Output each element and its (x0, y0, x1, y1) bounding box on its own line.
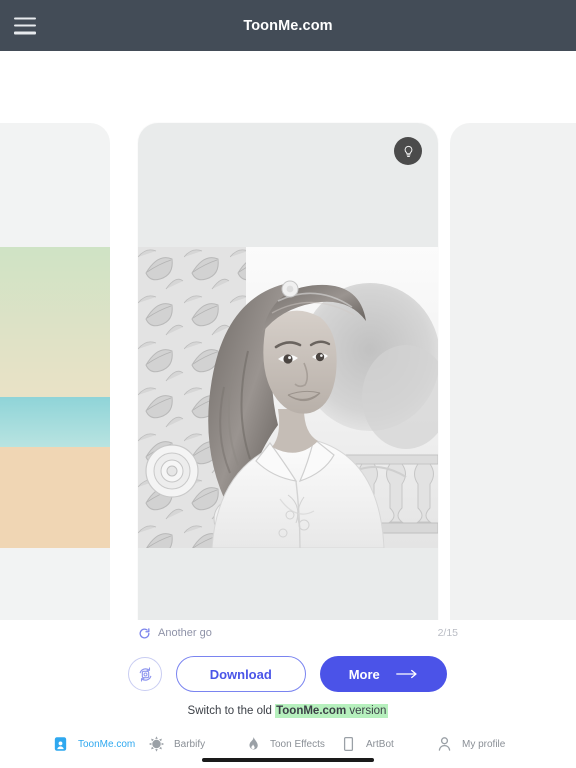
more-button-label: More (348, 666, 380, 682)
nav-item-artbot[interactable]: ArtBot (340, 735, 436, 753)
frame-icon (343, 736, 354, 752)
card-image-current (138, 247, 438, 548)
nav-item-my-profile[interactable]: My profile (436, 735, 532, 753)
nav-label-toonme: ToonMe.com (78, 738, 136, 750)
home-indicator (202, 758, 374, 762)
lightbulb-icon[interactable] (394, 137, 422, 165)
meta-row: Another go 2/15 (138, 620, 458, 646)
toonme-portrait-icon (54, 737, 67, 751)
hamburger-bar (14, 17, 36, 20)
app-header: ToonMe.com (0, 0, 576, 51)
swap-face-button[interactable] (128, 657, 162, 691)
switch-brand: ToonMe.com (276, 705, 347, 717)
arrow-right-icon (395, 669, 417, 679)
button-row: Download More (128, 656, 447, 692)
app-root: ToonMe.com Another go 2/15 Download More… (0, 0, 576, 768)
download-button[interactable]: Download (176, 656, 306, 692)
nav-label-barbify: Barbify (174, 738, 206, 750)
page-title: ToonMe.com (243, 17, 333, 34)
hamburger-bar (14, 24, 36, 27)
flame-icon (249, 737, 258, 750)
carousel-card-previous[interactable] (0, 123, 110, 620)
result-carousel[interactable] (0, 51, 576, 620)
nav-label-toon-effects: Toon Effects (270, 738, 325, 750)
switch-suffix: version (346, 705, 387, 717)
nav-label-my-profile: My profile (462, 738, 506, 750)
nav-label-artbot: ArtBot (366, 738, 394, 750)
hamburger-bar (14, 31, 36, 34)
nav-item-barbify[interactable]: Barbify (148, 735, 244, 753)
another-go-button[interactable]: Another go (138, 627, 212, 640)
switch-version-banner[interactable]: Switch to the old ToonMe.com version (0, 703, 576, 720)
carousel-card-current[interactable] (138, 123, 438, 620)
refresh-icon (139, 627, 150, 638)
carousel-counter: 2/15 (437, 627, 458, 639)
another-go-label: Another go (158, 627, 212, 639)
card-image-previous (0, 247, 110, 548)
nav-item-toonme[interactable]: ToonMe.com (52, 735, 148, 753)
nav-item-toon-effects[interactable]: Toon Effects (244, 735, 340, 753)
switch-prefix: Switch to the old (187, 705, 276, 717)
hamburger-icon[interactable] (14, 17, 36, 34)
more-button[interactable]: More (319, 656, 447, 692)
swap-face-icon (139, 666, 151, 682)
action-panel: Another go 2/15 Download More Switch to … (0, 620, 576, 720)
person-icon (438, 737, 451, 751)
starburst-icon (148, 736, 165, 752)
carousel-card-next[interactable] (450, 123, 576, 620)
